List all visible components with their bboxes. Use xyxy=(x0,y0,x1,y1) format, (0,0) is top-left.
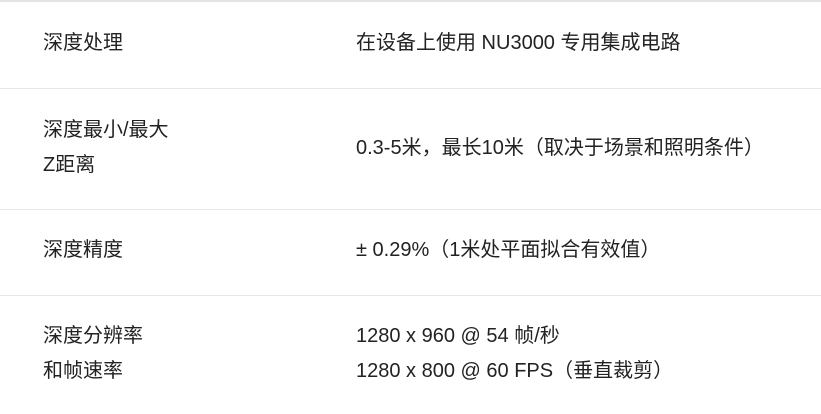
spec-label-line: Z距离 xyxy=(43,154,96,176)
spec-label: 深度最小/最大 Z距离 xyxy=(43,113,323,183)
spec-value-line: 1280 x 960 @ 54 帧/秒 xyxy=(356,325,560,347)
spec-value: ± 0.29%（1米处平面拟合有效值） xyxy=(356,233,816,268)
spec-table: 深度处理 在设备上使用 NU3000 专用集成电路 深度最小/最大 Z距离 0.… xyxy=(0,0,821,414)
spec-label-line: 和帧速率 xyxy=(43,360,123,382)
spec-value-line: 1280 x 800 @ 60 FPS（垂直裁剪） xyxy=(356,360,674,382)
spec-value-line: 0.3-5米，最长10米（取决于场景和照明条件） xyxy=(356,137,764,159)
spec-row-depth-range: 深度最小/最大 Z距离 0.3-5米，最长10米（取决于场景和照明条件） xyxy=(0,89,821,210)
spec-value: 1280 x 960 @ 54 帧/秒 1280 x 800 @ 60 FPS（… xyxy=(356,319,816,389)
spec-value: 在设备上使用 NU3000 专用集成电路 xyxy=(356,26,816,61)
spec-value: 0.3-5米，最长10米（取决于场景和照明条件） xyxy=(356,131,816,166)
spec-label: 深度处理 xyxy=(43,26,323,61)
spec-label: 深度分辨率 和帧速率 xyxy=(43,319,323,389)
spec-label-line: 深度最小/最大 xyxy=(43,119,169,141)
spec-row-depth-resolution: 深度分辨率 和帧速率 1280 x 960 @ 54 帧/秒 1280 x 80… xyxy=(0,296,821,414)
spec-value-line: 在设备上使用 NU3000 专用集成电路 xyxy=(356,32,681,54)
spec-label: 深度精度 xyxy=(43,233,323,268)
spec-label-line: 深度精度 xyxy=(43,239,123,261)
spec-row-depth-processing: 深度处理 在设备上使用 NU3000 专用集成电路 xyxy=(0,2,821,89)
spec-label-line: 深度处理 xyxy=(43,32,123,54)
spec-value-line: ± 0.29%（1米处平面拟合有效值） xyxy=(356,239,661,261)
spec-label-line: 深度分辨率 xyxy=(43,325,143,347)
spec-row-depth-accuracy: 深度精度 ± 0.29%（1米处平面拟合有效值） xyxy=(0,210,821,296)
